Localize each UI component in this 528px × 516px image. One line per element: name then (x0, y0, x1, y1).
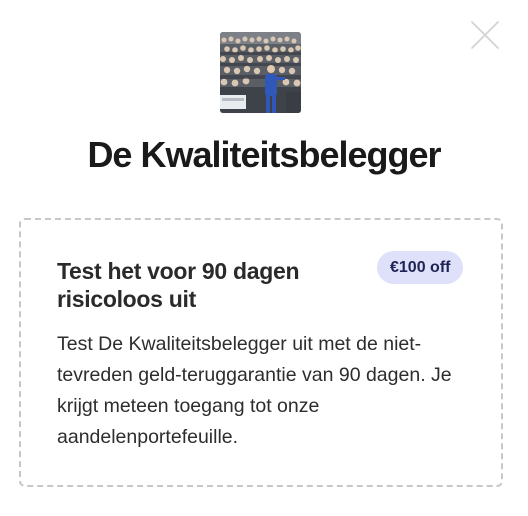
publication-logo (220, 32, 301, 113)
discount-badge: €100 off (377, 251, 464, 284)
close-button[interactable] (470, 20, 500, 50)
publication-title: De Kwaliteitsbelegger (87, 134, 441, 175)
offer-description: Test De Kwaliteitsbelegger uit met de ni… (57, 333, 452, 448)
offer-card[interactable]: Test het voor 90 dagen risicoloos uit €1… (19, 218, 503, 487)
close-icon (471, 21, 499, 49)
offer-heading: Test het voor 90 dagen risicoloos uit (57, 258, 300, 312)
